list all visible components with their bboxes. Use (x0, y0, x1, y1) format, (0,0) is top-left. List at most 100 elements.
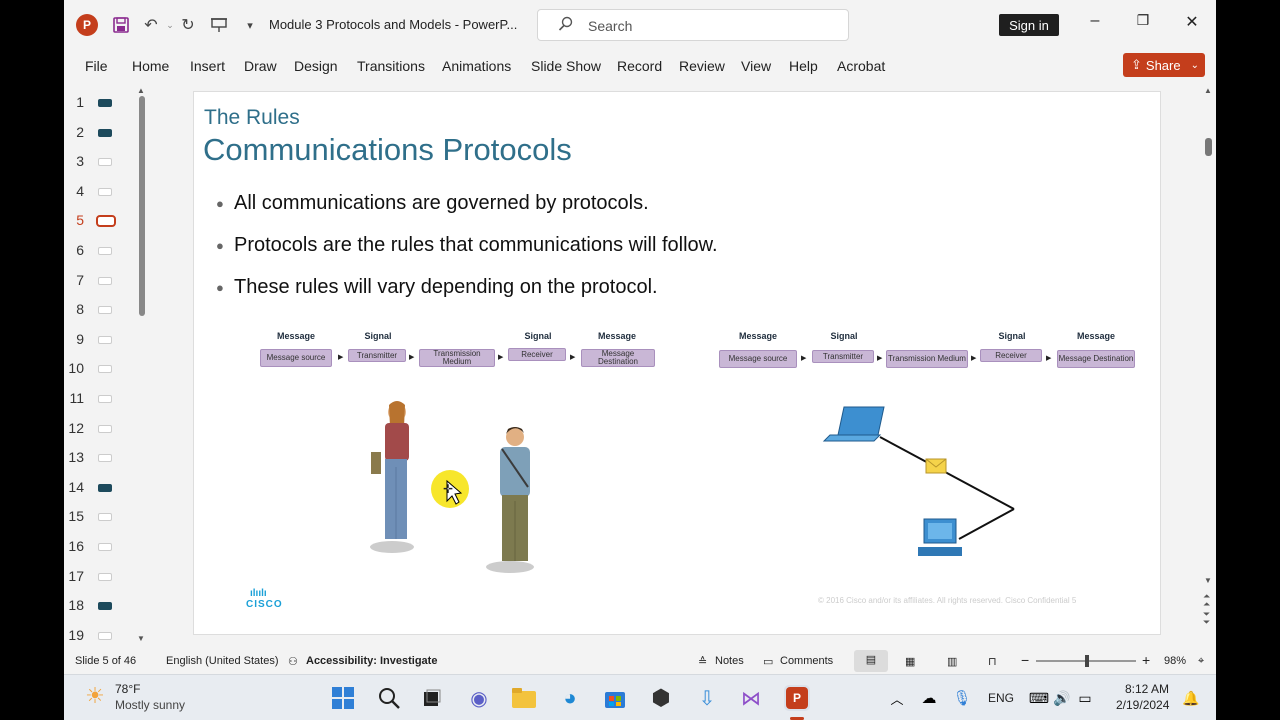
file-explorer-icon[interactable] (511, 685, 537, 711)
present-icon[interactable] (208, 14, 230, 36)
accessibility-status[interactable]: Accessibility: Investigate (306, 655, 437, 667)
zoom-out-icon[interactable]: − (1021, 652, 1029, 668)
reading-view-icon[interactable]: ▥ (947, 655, 957, 668)
thumbnail-preview[interactable] (98, 631, 112, 640)
thumbnail-slide-5[interactable]: 5 (64, 212, 144, 232)
thumbnail-preview[interactable] (98, 158, 112, 167)
thumbnail-slide-2[interactable]: 2 (64, 124, 144, 144)
thumbnail-preview[interactable] (98, 454, 112, 463)
minimize-icon[interactable]: – (1082, 12, 1108, 30)
thumbnail-slide-9[interactable]: 9 (64, 331, 144, 351)
taskbar-search-icon[interactable] (376, 685, 402, 711)
search-box[interactable]: Search (537, 9, 849, 41)
tab-record[interactable]: Record (617, 58, 662, 74)
tab-insert[interactable]: Insert (190, 58, 225, 74)
tab-slide-show[interactable]: Slide Show (531, 58, 601, 74)
previous-slide-icon[interactable]: ⏶ ⏶ (1203, 592, 1210, 609)
tab-review[interactable]: Review (679, 58, 725, 74)
input-language[interactable]: ENG (988, 691, 1014, 705)
thumbnail-preview[interactable] (98, 513, 112, 522)
restore-icon[interactable]: ❐ (1130, 12, 1156, 29)
slide-scrollbar[interactable]: ▲ ▼ ⏶ ⏶ ⏷ ⏷ (1202, 86, 1216, 627)
thumbnail-preview[interactable] (98, 247, 112, 255)
thumbnail-preview[interactable] (98, 483, 112, 492)
tab-home[interactable]: Home (132, 58, 169, 74)
share-button[interactable]: ⇪ Share ⌄ (1123, 53, 1205, 77)
tab-file[interactable]: File (85, 58, 108, 74)
slideshow-icon[interactable]: ⊓ (988, 655, 997, 668)
edge-browser-icon[interactable]: ◕ (557, 685, 583, 711)
thumbnail-slide-3[interactable]: 3 (64, 153, 144, 173)
scroll-thumb[interactable] (1205, 138, 1212, 156)
thumbnail-slide-10[interactable]: 10 (64, 360, 144, 380)
clock-date[interactable]: 2/19/2024 (1116, 698, 1169, 712)
thumbnail-slide-12[interactable]: 12 (64, 420, 144, 440)
scroll-up-icon[interactable]: ▲ (1204, 86, 1212, 95)
notes-button[interactable]: Notes (715, 655, 744, 667)
slide-canvas[interactable]: The Rules Communications Protocols ● All … (193, 91, 1161, 635)
teams-chat-icon[interactable]: ◉ (466, 685, 492, 711)
customize-toolbar-icon[interactable]: ▾ (239, 14, 261, 36)
thumbnail-slide-16[interactable]: 16 (64, 538, 144, 558)
task-view-icon[interactable] (419, 685, 445, 711)
thumbnail-slide-7[interactable]: 7 (64, 272, 144, 292)
thumbnail-slide-8[interactable]: 8 (64, 301, 144, 321)
weather-temp[interactable]: 78°F (115, 682, 140, 696)
onedrive-icon[interactable]: ☁ (916, 685, 942, 711)
tab-help[interactable]: Help (789, 58, 818, 74)
redo-icon[interactable]: ↻ (177, 14, 199, 36)
thumbnail-slide-14[interactable]: 14 (64, 479, 144, 499)
accessibility-icon[interactable]: ⚇ (288, 655, 298, 668)
thumbnail-preview[interactable] (98, 99, 112, 107)
thumbnail-preview[interactable] (98, 365, 112, 374)
scroll-down-icon[interactable]: ▼ (1204, 576, 1212, 585)
thumbnail-slide-13[interactable]: 13 (64, 449, 144, 469)
thumbnail-slide-19[interactable]: 19 (64, 627, 144, 647)
thumbnail-preview[interactable] (98, 187, 112, 196)
tab-acrobat[interactable]: Acrobat (837, 58, 885, 74)
thumbnail-preview[interactable] (98, 572, 112, 581)
thumbnail-slide-6[interactable]: 6 (64, 242, 144, 262)
windows-start-icon[interactable] (330, 685, 356, 711)
thumbnail-slide-4[interactable]: 4 (64, 183, 144, 203)
thumbnail-slide-18[interactable]: 18 (64, 597, 144, 617)
thumbnail-scrollbar[interactable] (139, 96, 145, 316)
thumbnail-preview[interactable] (98, 276, 112, 285)
thumbnail-preview[interactable] (98, 306, 112, 315)
fit-to-window-icon[interactable]: ⌖ (1198, 655, 1204, 668)
thumbnail-preview[interactable] (98, 128, 112, 137)
scroll-up-icon[interactable]: ▲ (137, 86, 145, 95)
thumbnail-preview[interactable] (98, 602, 112, 611)
close-icon[interactable]: ✕ (1179, 12, 1205, 32)
tab-design[interactable]: Design (294, 58, 338, 74)
chevron-up-icon[interactable]: ︿ (884, 685, 910, 711)
next-slide-icon[interactable]: ⏷ ⏷ (1203, 610, 1210, 627)
thumbnail-preview[interactable] (98, 543, 112, 551)
powerpoint-taskbar-icon[interactable]: P (784, 685, 810, 711)
thumbnail-preview[interactable] (98, 395, 112, 403)
scroll-down-icon[interactable]: ▼ (137, 634, 145, 643)
comments-icon[interactable]: ▭ (763, 655, 773, 668)
app-cube-icon[interactable]: ⬢ (648, 685, 674, 711)
microsoft-store-icon[interactable] (602, 685, 628, 711)
tab-draw[interactable]: Draw (244, 58, 277, 74)
zoom-slider-thumb[interactable] (1085, 655, 1089, 667)
battery-icon[interactable]: ▭ (1072, 685, 1098, 711)
thumbnail-slide-1[interactable]: 1 (64, 94, 144, 114)
weather-sun-icon[interactable]: ☀ (82, 683, 108, 709)
download-icon[interactable]: ⇩ (694, 685, 720, 711)
tab-transitions[interactable]: Transitions (357, 58, 425, 74)
tab-animations[interactable]: Animations (442, 58, 511, 74)
microphone-icon[interactable]: 🎙 (949, 685, 975, 711)
thumbnail-slide-11[interactable]: 11 (64, 390, 144, 410)
zoom-level[interactable]: 98% (1164, 655, 1186, 667)
notification-bell-icon[interactable]: 🔔 (1178, 685, 1204, 711)
clock-time[interactable]: 8:12 AM (1125, 682, 1169, 696)
zoom-slider[interactable] (1036, 655, 1136, 667)
thumbnail-preview[interactable] (98, 424, 112, 433)
thumbnail-slide-15[interactable]: 15 (64, 508, 144, 528)
slide-sorter-icon[interactable]: ▦ (905, 655, 915, 668)
weather-desc[interactable]: Mostly sunny (115, 698, 185, 712)
save-icon[interactable] (110, 14, 132, 36)
notes-icon[interactable]: ≙ (698, 655, 707, 668)
